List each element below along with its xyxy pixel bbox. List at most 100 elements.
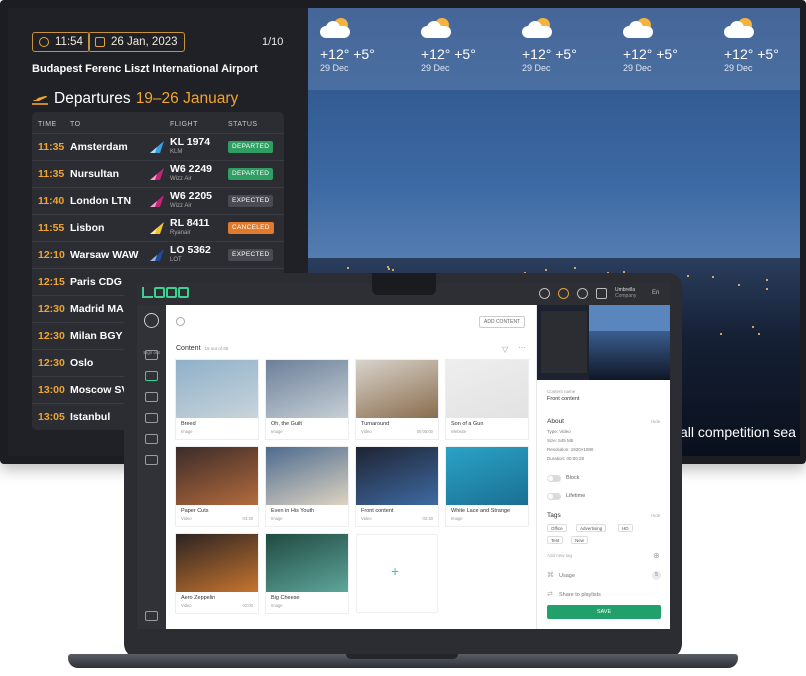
flight-status-badge: CANCELED (228, 222, 274, 234)
settings-sliders-icon[interactable] (596, 288, 607, 299)
filter-icon[interactable]: ▽ (502, 345, 508, 354)
screens-icon[interactable] (145, 350, 158, 360)
side-rail: Sign out (137, 305, 166, 629)
flight-time: 12:15 (38, 276, 65, 288)
content-heading: Content 16 out of 68 (176, 345, 228, 352)
partly-cloudy-icon (623, 18, 653, 40)
usage-count: 5 (652, 571, 661, 580)
playlist-icon[interactable] (145, 392, 158, 402)
notifications-icon[interactable] (558, 288, 569, 299)
flight-status-badge: DEPARTED (228, 141, 274, 153)
content-card[interactable]: Oh, the Guilt Image (266, 360, 348, 439)
weather-date: 29 Dec (320, 63, 349, 73)
city-light (766, 279, 768, 281)
tag-chip[interactable]: Test (547, 536, 564, 544)
content-card[interactable]: Aero Zeppelin Video 02:00 (176, 534, 258, 613)
weather-day: +12° +5° 29 Dec (611, 18, 701, 73)
calendar-icon (95, 37, 105, 47)
add-content-card[interactable]: + (356, 534, 438, 613)
flight-status-badge: EXPECTED (228, 195, 274, 207)
current-time: 11:54 (55, 36, 83, 48)
flight-destination: Madrid MAD (70, 303, 132, 315)
content-title: White Lace and Strange (451, 508, 511, 514)
company-switcher[interactable]: Umbrella Company (615, 287, 636, 299)
share-label[interactable]: Share to playlists (559, 592, 601, 598)
weather-date: 29 Dec (522, 63, 551, 73)
chat-icon[interactable] (145, 611, 158, 621)
weather-day: +12° +5° 29 Dec (409, 18, 499, 73)
content-library: ADD CONTENT Content 16 out of 68 ▽ ··· B… (166, 305, 536, 629)
usage-label[interactable]: Usage (559, 573, 575, 579)
tags-hide-link[interactable]: Hide (651, 513, 660, 518)
content-title: Turnaround (361, 421, 390, 427)
add-content-button[interactable]: ADD CONTENT (479, 316, 526, 328)
content-duration: 04:30 (242, 516, 253, 521)
about-hide-link[interactable]: Hide (651, 419, 660, 424)
content-type: Image (271, 516, 283, 521)
airline-name: Wizz Air (170, 203, 192, 209)
content-type: Image (271, 429, 283, 434)
content-card[interactable]: White Lace and Strange Image (446, 447, 528, 526)
apps-icon[interactable] (145, 434, 158, 444)
users-icon[interactable] (539, 288, 550, 299)
weather-temperature: +12° +5° (320, 46, 375, 62)
content-icon[interactable] (145, 371, 158, 381)
flight-destination: Milan BGY (70, 330, 123, 342)
usage-icon: ⌘ (547, 572, 554, 579)
content-card[interactable]: Even in His Youth Image (266, 447, 348, 526)
content-thumbnail (266, 360, 348, 418)
preview-board (541, 311, 587, 373)
tag-chip[interactable]: New (571, 536, 589, 544)
current-date: 26 Jan, 2023 (111, 36, 178, 48)
flight-row: 11:35 Amsterdam KL 1974 KLM DEPARTED (32, 133, 284, 160)
airport-name: Budapest Ferenc Liszt International Airp… (32, 63, 258, 75)
globe-icon[interactable] (577, 288, 588, 299)
tag-chip[interactable]: Office (547, 524, 567, 532)
weather-temperature: +12° +5° (421, 46, 476, 62)
content-card[interactable]: Son of a Gun Website (446, 360, 528, 439)
share-icon: ⇄ (547, 591, 553, 598)
content-thumbnail (176, 534, 258, 592)
city-light (758, 333, 760, 335)
flight-row: 12:10 Warsaw WAW LO 5362 LOT EXPECTED (32, 241, 284, 268)
departures-label: Departures (54, 90, 131, 107)
airline-name: KLM (170, 149, 183, 155)
column-header: TIME (38, 121, 57, 128)
block-toggle[interactable] (547, 475, 561, 482)
content-card[interactable]: Turnaround Video 00:05:00 (356, 360, 438, 439)
city-light (387, 266, 389, 268)
flight-time: 12:30 (38, 303, 65, 315)
content-count: 16 out of 68 (204, 346, 229, 351)
layers-icon[interactable] (145, 455, 158, 465)
content-title: Son of a Gun (451, 421, 484, 427)
content-card[interactable]: Paper Cuts Video 04:30 (176, 447, 258, 526)
flight-row: 11:55 Lisbon RL 8411 Ryanair CANCELED (32, 214, 284, 241)
language-select[interactable]: En (652, 290, 659, 296)
flight-row: 11:40 London LTN W6 2205 Wizz Air EXPECTED (32, 187, 284, 214)
flight-time: 11:35 (38, 168, 65, 180)
partly-cloudy-icon (724, 18, 754, 40)
schedule-icon[interactable] (145, 413, 158, 423)
content-title: Even in His Youth (271, 508, 315, 514)
flight-row: 11:35 Nursultan W6 2249 Wizz Air DEPARTED (32, 160, 284, 187)
look-logo[interactable] (142, 287, 189, 301)
content-card[interactable]: Breed Image (176, 360, 258, 439)
save-button[interactable]: SAVE (547, 605, 661, 619)
content-duration: 02:40 (422, 516, 433, 521)
city-light (720, 333, 722, 335)
avatar[interactable] (144, 313, 159, 328)
lifetime-toggle[interactable] (547, 493, 561, 500)
weather-date: 29 Dec (421, 63, 450, 73)
tag-chip[interactable]: HD (618, 524, 633, 532)
content-card[interactable]: Big Cheese Image (266, 534, 348, 613)
add-tag-input[interactable]: Add new tag (547, 553, 572, 558)
weather-date: 29 Dec (724, 63, 753, 73)
logo-letter (154, 287, 165, 298)
more-icon[interactable]: ··· (518, 343, 526, 352)
tag-chip[interactable]: Advertising (576, 524, 607, 532)
departures-title: Departures 19–26 January (32, 90, 238, 108)
search-icon[interactable] (176, 317, 185, 326)
content-card[interactable]: Front content Video 02:40 (356, 447, 438, 526)
content-name-field[interactable]: Front content (547, 396, 579, 402)
add-tag-plus-icon[interactable]: ⊕ (653, 551, 660, 560)
